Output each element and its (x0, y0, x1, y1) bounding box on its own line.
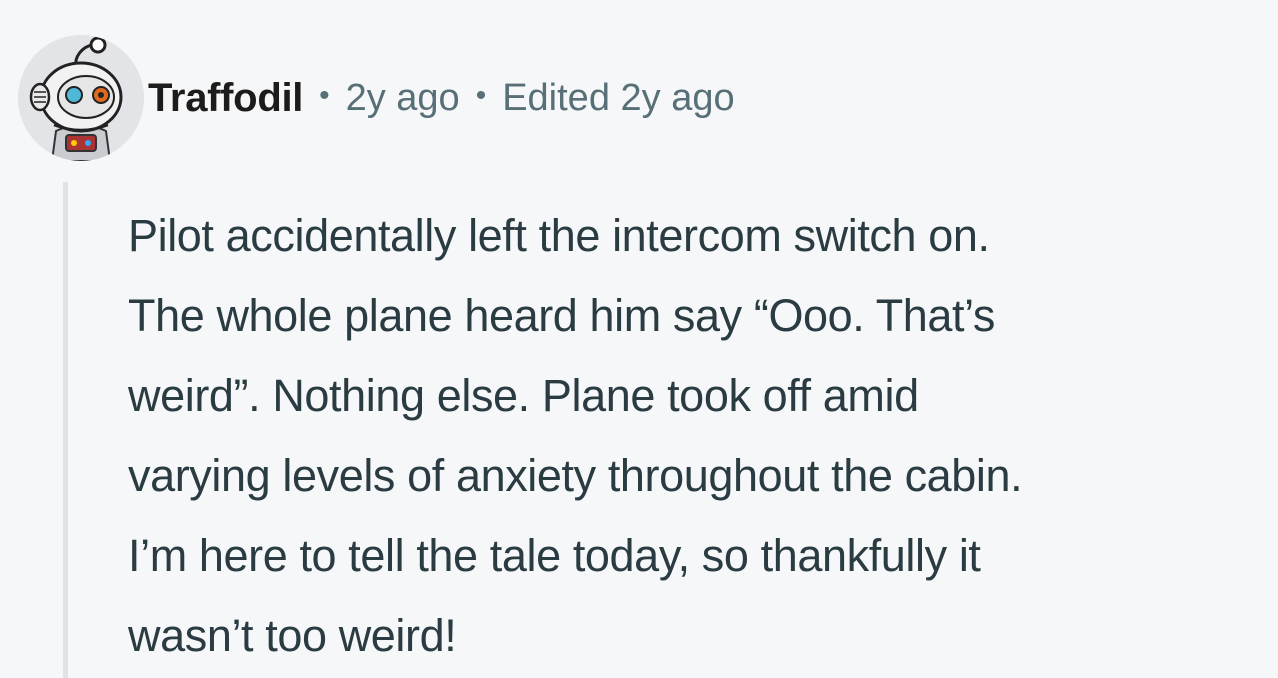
comment-body-line: varying levels of anxiety throughout the… (128, 450, 1023, 501)
comment: Traffodil • 2y ago • Edited 2y ago Pilot… (0, 0, 1278, 678)
comment-body: Pilot accidentally left the intercom swi… (128, 196, 1276, 676)
timestamp-link[interactable]: 2y ago (346, 77, 460, 120)
comment-body-line: weird”. Nothing else. Plane took off ami… (128, 370, 919, 421)
comment-meta: Traffodil • 2y ago • Edited 2y ago (148, 74, 735, 122)
thread-collapse-line[interactable] (63, 182, 68, 678)
comment-body-line: Pilot accidentally left the intercom swi… (128, 210, 990, 261)
comment-body-line: The whole plane heard him say “Ooo. That… (128, 290, 996, 341)
meta-separator: • (319, 79, 330, 112)
username-link[interactable]: Traffodil (148, 76, 303, 121)
comment-body-line: wasn’t too weird! (128, 610, 457, 661)
comment-body-line: I’m here to tell the tale today, so than… (128, 530, 981, 581)
edited-label: Edited 2y ago (502, 76, 735, 119)
avatar[interactable] (18, 35, 144, 161)
meta-separator: • (475, 79, 487, 112)
snoo-astronaut-avatar-icon (18, 35, 144, 161)
